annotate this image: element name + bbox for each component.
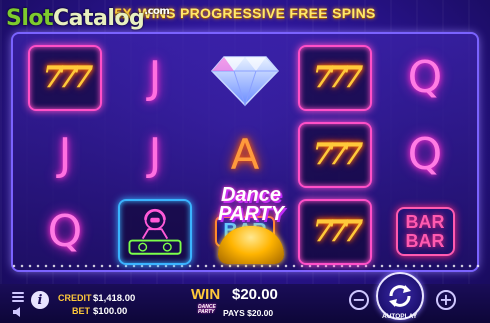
reel-3-row-2: A — [200, 117, 290, 192]
q-symbol: Q — [407, 129, 443, 180]
seven-symbol: 777 — [28, 44, 102, 111]
j-symbol: J — [148, 52, 162, 103]
dance-party-logo: Dance PARTY — [196, 185, 306, 225]
banner-text: WINS PROGRESSIVE FREE SPINS — [138, 5, 376, 21]
reel-3-row-1 — [200, 40, 290, 115]
pays-label: PAYS — [223, 308, 245, 318]
credit-value: $1,418.00 — [93, 293, 136, 304]
seven-text: 777 — [42, 59, 94, 95]
pays-info: PAYS $20.00 — [223, 308, 273, 318]
pays-value: $20.00 — [247, 308, 274, 318]
watermark-suffix: .com — [144, 6, 170, 17]
seven-text: 777 — [312, 59, 364, 95]
reel-4-row-1: 777 — [290, 40, 380, 115]
reel-2-row-3 — [110, 194, 200, 269]
info-button[interactable]: i — [31, 291, 49, 309]
q-symbol: Q — [407, 52, 443, 103]
reel-5-row-3: BAR BAR — [380, 194, 470, 269]
decrease-bet-button[interactable]: − — [349, 290, 369, 310]
watermark-logo: SlotCatalog.com — [6, 6, 170, 31]
seven-text: 777 — [312, 213, 364, 249]
reel-1-row-2: J — [20, 117, 110, 192]
sound-icon[interactable] — [13, 306, 23, 318]
watermark-part1: Slot — [6, 6, 54, 31]
diamond-icon — [210, 55, 280, 107]
double-bar-symbol: BAR BAR — [395, 206, 455, 257]
seven-symbol: 777 — [298, 198, 372, 265]
reel-5-row-1: Q — [380, 40, 470, 115]
double-bar-top: BAR — [405, 211, 445, 232]
dj-turntable-icon — [128, 208, 182, 255]
bet-label: BET — [72, 306, 90, 316]
menu-icon[interactable] — [12, 292, 24, 302]
reel-2-row-2: J — [110, 117, 200, 192]
reel-1-row-1: 777 — [20, 40, 110, 115]
reel-2-row-1: J — [110, 40, 200, 115]
seven-text: 777 — [312, 136, 364, 172]
spin-arrows-icon — [389, 285, 411, 307]
watermark-part2: Catalog — [53, 6, 145, 31]
dj-symbol — [118, 198, 192, 265]
j-symbol: J — [58, 129, 72, 180]
win-value: $20.00 — [232, 286, 278, 303]
a-symbol: A — [230, 129, 260, 179]
reel-5-row-2: Q — [380, 117, 470, 192]
pays-symbol-logo: DANCE PARTY — [198, 304, 216, 315]
autoplay-button[interactable]: AUTOPLAY — [382, 313, 417, 320]
seven-symbol: 777 — [298, 44, 372, 111]
bet-value: $100.00 — [93, 306, 128, 317]
credit-label: CREDIT — [58, 293, 92, 303]
dance-party-line2: PARTY — [218, 203, 284, 225]
q-symbol: Q — [47, 206, 83, 257]
increase-bet-button[interactable]: + — [436, 290, 456, 310]
seven-symbol: 777 — [298, 121, 372, 188]
dance-party-wild-symbol: Dance PARTY — [196, 182, 306, 272]
vinyl-disc-icon — [218, 226, 284, 264]
win-label: WIN — [191, 286, 221, 303]
double-bar-bottom: BAR — [405, 230, 445, 251]
reel-4-row-2: 777 — [290, 117, 380, 192]
reel-1-row-3: Q — [20, 194, 110, 269]
j-symbol: J — [148, 129, 162, 180]
